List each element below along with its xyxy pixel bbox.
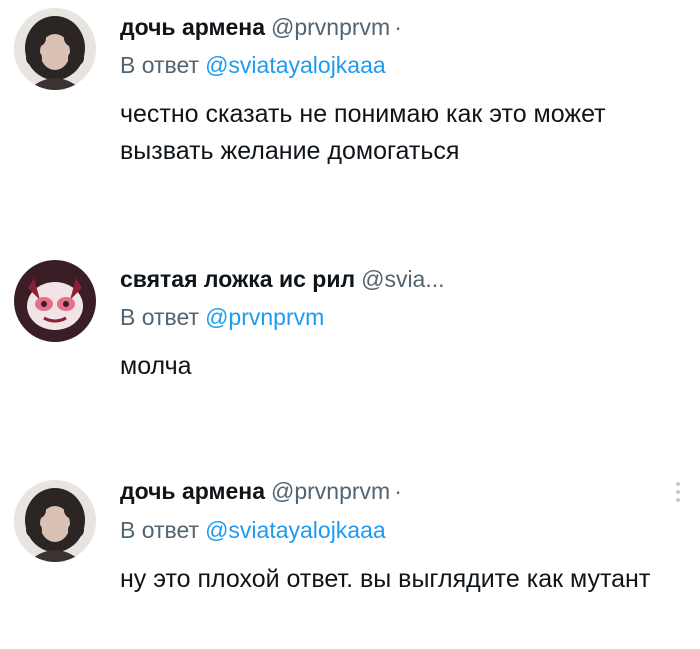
reply-prefix: В ответ	[120, 304, 200, 330]
reply-prefix: В ответ	[120, 52, 200, 78]
tweet-text: молча	[120, 352, 192, 380]
author-name[interactable]: святая ложка ис рил	[120, 266, 355, 292]
reply-context: В ответ @sviatayalojkaaa	[120, 51, 386, 79]
profile-photo-icon	[14, 480, 96, 562]
tweet-header: дочь армена @prvnprvm ·	[120, 477, 402, 505]
reply-prefix: В ответ	[120, 517, 200, 543]
tweet-header: святая ложка ис рил @svia...	[120, 265, 445, 293]
reply-mention[interactable]: @sviatayalojkaaa	[205, 517, 386, 543]
tweet-text: ну это плохой ответ. вы выглядите как му…	[120, 565, 651, 593]
more-vertical-icon[interactable]	[676, 482, 682, 502]
author-handle[interactable]: @prvnprvm	[271, 478, 390, 504]
reply-context: В ответ @sviatayalojkaaa	[120, 516, 386, 544]
author-name[interactable]: дочь армена	[120, 14, 265, 40]
tweet-header: дочь армена @prvnprvm ·	[120, 13, 402, 41]
tweet-text: честно сказать не понимаю как это может …	[120, 100, 606, 165]
cartoon-demon-avatar-icon	[14, 260, 96, 342]
avatar[interactable]	[14, 8, 96, 90]
tweet[interactable]: святая ложка ис рил @svia... В ответ @prvn…	[0, 220, 700, 440]
separator-dot: ·	[394, 478, 402, 504]
reply-mention[interactable]: @prvnprvm	[205, 304, 324, 330]
reply-context: В ответ @prvnprvm	[120, 303, 324, 331]
author-handle[interactable]: @svia...	[361, 266, 444, 292]
tweet[interactable]: дочь армена @prvnprvm · В ответ @sviatayalo…	[0, 440, 700, 649]
separator-dot: ·	[394, 14, 402, 40]
profile-photo-icon	[14, 8, 96, 90]
author-name[interactable]: дочь армена	[120, 478, 265, 504]
reply-mention[interactable]: @sviatayalojkaaa	[205, 52, 386, 78]
avatar[interactable]	[14, 480, 96, 562]
avatar[interactable]	[14, 260, 96, 342]
tweet[interactable]: дочь армена @prvnprvm · В ответ @sviatayalo…	[0, 0, 700, 220]
author-handle[interactable]: @prvnprvm	[271, 14, 390, 40]
